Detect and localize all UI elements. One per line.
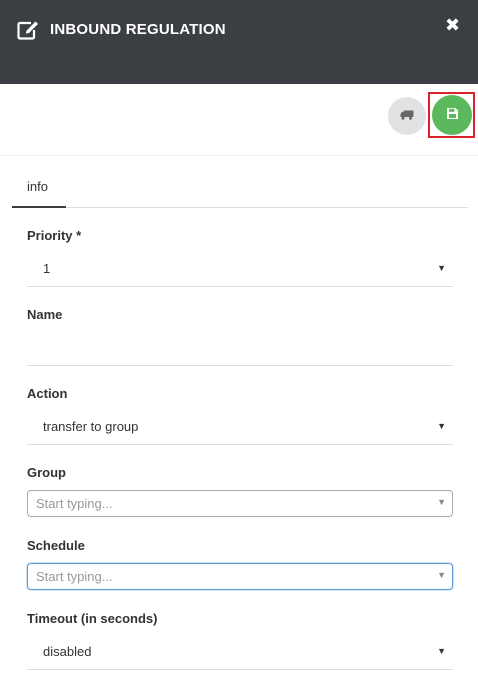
chevron-down-icon: ▼: [437, 421, 446, 431]
timeout-select[interactable]: disabled ▼: [27, 636, 453, 670]
tab-bar: info: [12, 170, 468, 208]
tab-info[interactable]: info: [12, 170, 66, 208]
panel-title: INBOUND REGULATION: [50, 21, 226, 38]
action-select[interactable]: transfer to group ▼: [27, 411, 453, 445]
group-combobox[interactable]: ▼: [27, 490, 453, 517]
name-input[interactable]: [27, 332, 453, 365]
priority-value: 1: [43, 261, 51, 276]
action-value: transfer to group: [43, 419, 139, 434]
group-input[interactable]: [28, 491, 428, 516]
edit-icon: [17, 20, 39, 40]
group-label: Group: [27, 465, 66, 480]
schedule-combobox[interactable]: ▼: [27, 563, 453, 590]
name-label: Name: [27, 307, 63, 322]
action-label: Action: [27, 386, 68, 401]
timeout-value: disabled: [43, 644, 92, 659]
chevron-down-icon[interactable]: ▼: [437, 497, 446, 507]
priority-select[interactable]: 1 ▼: [27, 253, 453, 287]
schedule-label: Schedule: [27, 538, 85, 553]
schedule-input[interactable]: [28, 564, 428, 589]
timeout-label: Timeout (in seconds): [27, 611, 158, 626]
chevron-down-icon: ▼: [437, 646, 446, 656]
transfer-button[interactable]: [388, 97, 426, 135]
panel-header: INBOUND REGULATION ✖: [0, 0, 478, 84]
chevron-down-icon[interactable]: ▼: [437, 570, 446, 580]
truck-icon: [400, 107, 414, 125]
name-field: [27, 332, 453, 366]
save-button-highlight: [428, 92, 475, 138]
close-icon[interactable]: ✖: [445, 15, 460, 35]
priority-label: Priority *: [27, 228, 82, 243]
chevron-down-icon: ▼: [437, 263, 446, 273]
